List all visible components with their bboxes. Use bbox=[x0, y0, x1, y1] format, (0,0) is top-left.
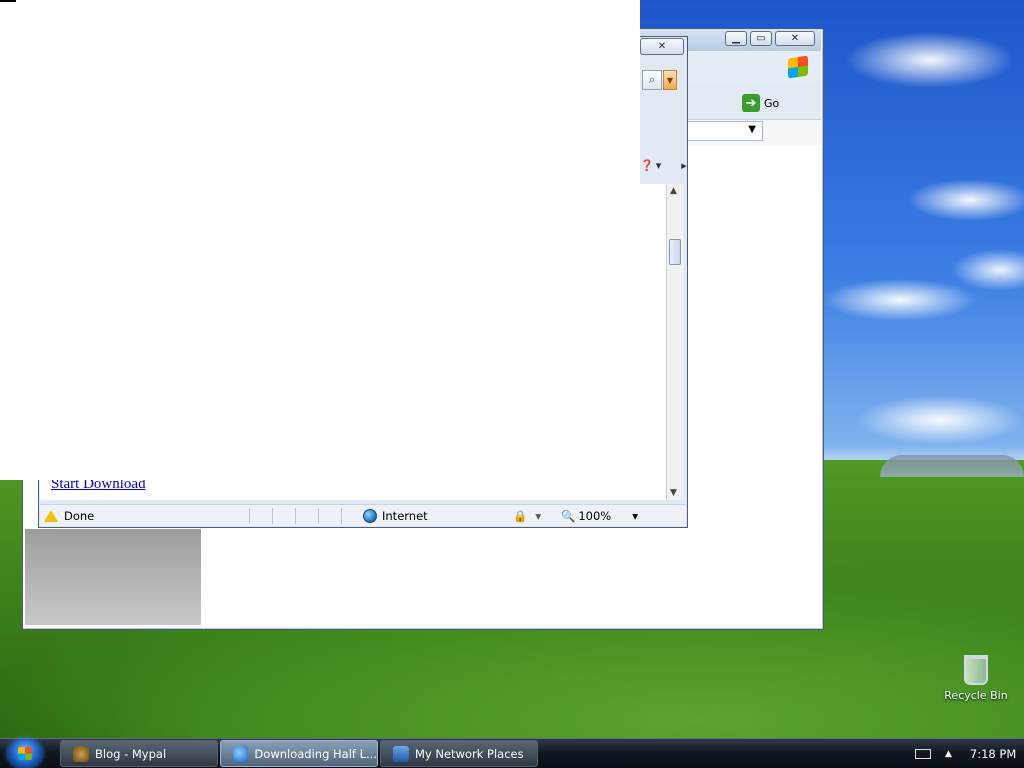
search-dropdown-icon[interactable]: ▼ bbox=[663, 70, 677, 90]
chevron-down-icon[interactable]: ▾ bbox=[656, 159, 662, 172]
globe-icon bbox=[363, 508, 377, 523]
status-bar: Done Internet 🔒 ▾ 🔍 100% ▾ bbox=[40, 504, 686, 526]
search-icon: ⌕ bbox=[642, 70, 662, 90]
status-divider bbox=[318, 507, 319, 524]
recycle-bin-icon bbox=[964, 655, 988, 685]
status-divider bbox=[272, 507, 273, 524]
clock[interactable]: 7:18 PM bbox=[970, 747, 1016, 761]
taskbar-item[interactable]: My Network Places bbox=[380, 740, 538, 767]
close-button[interactable]: ✕ bbox=[640, 38, 684, 55]
tools-menu[interactable]: ❓ ▾ ▸ bbox=[640, 155, 687, 175]
lock-icon: 🔒 bbox=[513, 508, 528, 523]
zone-label: Internet bbox=[382, 508, 428, 523]
chevron-down-icon[interactable]: ▼ bbox=[748, 124, 756, 135]
scrollbar-thumb[interactable] bbox=[669, 239, 681, 265]
close-button[interactable]: ✕ bbox=[775, 31, 815, 46]
keyboard-icon[interactable] bbox=[915, 748, 931, 759]
chevron-right-icon[interactable]: ▸ bbox=[681, 159, 687, 172]
desktop-mountain bbox=[880, 455, 1024, 477]
zoom-icon: 🔍 bbox=[561, 508, 576, 523]
ie-icon bbox=[233, 745, 249, 762]
mypal-icon bbox=[73, 745, 89, 762]
minimize-button[interactable]: ▁ bbox=[725, 31, 747, 46]
windows-logo-icon bbox=[788, 55, 808, 79]
go-button[interactable]: ➔ Go bbox=[742, 93, 796, 113]
help-icon[interactable]: ❓ bbox=[640, 159, 654, 172]
zoom-level: 100% bbox=[578, 508, 612, 523]
taskbar-item-label: Blog - Mypal bbox=[95, 746, 167, 761]
chevron-down-icon[interactable]: ▾ bbox=[632, 509, 638, 523]
taskbar-item-label: Downloading Half L... bbox=[254, 746, 377, 761]
status-text: Done bbox=[40, 509, 238, 523]
status-divider bbox=[249, 507, 250, 524]
gray-panel bbox=[25, 529, 201, 625]
search-button[interactable]: ⌕ ▼ bbox=[642, 70, 680, 90]
scroll-down-icon[interactable]: ▼ bbox=[670, 488, 677, 498]
chevron-down-icon[interactable]: ▾ bbox=[535, 509, 541, 523]
windows-logo-icon bbox=[18, 747, 32, 760]
protected-mode[interactable]: 🔒 ▾ bbox=[513, 509, 553, 523]
go-label: Go bbox=[764, 96, 780, 110]
taskbar-item-label: My Network Places bbox=[415, 746, 524, 761]
scroll-up-icon[interactable]: ▲ bbox=[670, 186, 677, 196]
recycle-bin[interactable]: Recycle Bin bbox=[940, 655, 1012, 702]
security-zone[interactable]: Internet bbox=[363, 508, 513, 523]
status-done: Done bbox=[64, 508, 95, 523]
status-divider bbox=[341, 507, 342, 524]
recycle-bin-label: Recycle Bin bbox=[944, 689, 1008, 702]
maximize-button[interactable]: ▭ bbox=[750, 31, 772, 46]
zoom-control[interactable]: 🔍 100% ▾ bbox=[561, 509, 638, 523]
network-places-icon bbox=[393, 745, 409, 762]
taskbar-item[interactable]: Blog - Mypal bbox=[60, 740, 218, 767]
start-button[interactable] bbox=[8, 739, 42, 768]
go-arrow-icon: ➔ bbox=[742, 94, 760, 112]
corner-mark bbox=[0, 0, 16, 2]
blank-overlay bbox=[0, 0, 640, 480]
window-caption-buttons: ▁ ▭ ✕ bbox=[725, 31, 815, 46]
system-tray: ▲ 7:18 PM bbox=[905, 740, 1024, 767]
status-divider bbox=[295, 507, 296, 524]
taskbar-item[interactable]: Downloading Half L... bbox=[220, 740, 378, 767]
show-hidden-icons[interactable]: ▲ bbox=[945, 749, 952, 759]
warning-icon[interactable] bbox=[44, 509, 58, 522]
vertical-scrollbar[interactable]: ▲ ▼ bbox=[666, 184, 684, 500]
